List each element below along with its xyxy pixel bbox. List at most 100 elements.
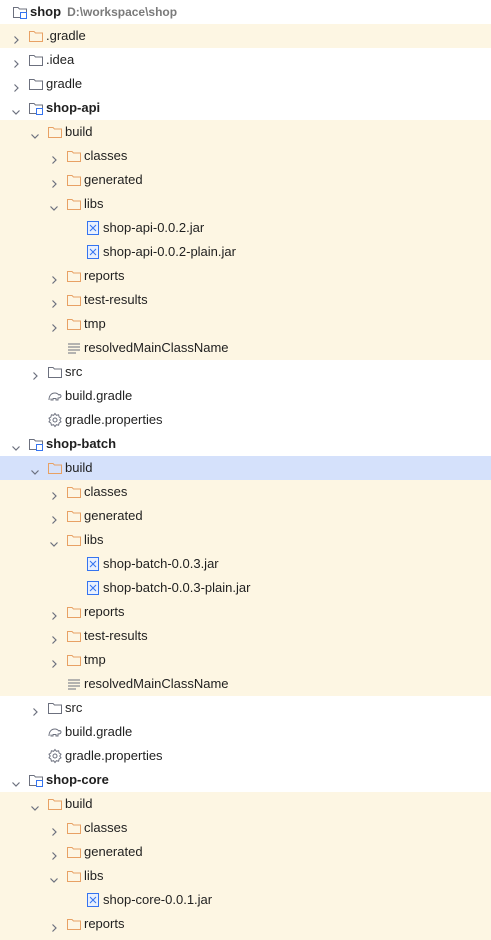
tree-row[interactable]: shop-api-0.0.2.jar (0, 216, 491, 240)
tree-item-label: shop-batch-0.0.3-plain.jar (103, 580, 251, 595)
tree-item-label: gradle.properties (65, 412, 163, 427)
tree-row[interactable]: src (0, 360, 491, 384)
tree-row[interactable]: .idea (0, 48, 491, 72)
tree-row[interactable]: shop-batch (0, 432, 491, 456)
tree-row[interactable]: gradle.properties (0, 408, 491, 432)
tree-row[interactable]: reports (0, 912, 491, 936)
tree-row[interactable]: build.gradle (0, 384, 491, 408)
tree-row[interactable]: resolvedMainClassName (0, 672, 491, 696)
tree-row[interactable]: shop-batch-0.0.3.jar (0, 552, 491, 576)
chevron-right-icon[interactable] (48, 318, 60, 332)
tree-row[interactable]: shop D:\workspace\shop (0, 0, 491, 24)
chevron-down-icon[interactable] (10, 102, 22, 115)
tree-row[interactable]: test-results (0, 624, 491, 648)
chevron-right-icon[interactable] (10, 78, 22, 92)
tree-item-label: libs (84, 196, 104, 211)
tree-row[interactable]: gradle.properties (0, 744, 491, 768)
excluded-folder-icon (47, 124, 63, 140)
chevron-right-icon[interactable] (48, 270, 60, 284)
chevron-right-icon[interactable] (48, 630, 60, 644)
tree-item-label: generated (84, 508, 143, 523)
tree-item-label: gradle.properties (65, 748, 163, 763)
tree-row[interactable]: build.gradle (0, 720, 491, 744)
folder-icon (28, 76, 44, 92)
excluded-folder-icon (66, 844, 82, 860)
chevron-right-icon[interactable] (48, 606, 60, 620)
chevron-down-icon[interactable] (48, 534, 60, 547)
tree-item-label: shop-api (46, 100, 101, 115)
tree-item-label: shop-api-0.0.2.jar (103, 220, 205, 235)
tree-row[interactable]: libs (0, 192, 491, 216)
tree-row[interactable]: classes (0, 816, 491, 840)
tree-row[interactable]: shop-core-0.0.1.jar (0, 888, 491, 912)
chevron-down-icon[interactable] (29, 462, 41, 475)
tree-row[interactable]: resolvedMainClassName (0, 336, 491, 360)
chevron-right-icon[interactable] (48, 918, 60, 932)
chevron-right-icon[interactable] (29, 702, 41, 716)
chevron-right-icon[interactable] (48, 822, 60, 836)
tree-item-label: test-results (84, 292, 148, 307)
tree-row[interactable]: generated (0, 504, 491, 528)
excluded-folder-icon (66, 196, 82, 212)
tree-row[interactable]: test-results (0, 288, 491, 312)
tree-row[interactable]: generated (0, 840, 491, 864)
tree-row[interactable]: libs (0, 864, 491, 888)
tree-row[interactable]: classes (0, 480, 491, 504)
chevron-right-icon[interactable] (48, 846, 60, 860)
tree-row[interactable] (0, 936, 491, 940)
chevron-right-icon[interactable] (48, 150, 60, 164)
tree-row[interactable]: tmp (0, 312, 491, 336)
tree-item-label: build.gradle (65, 724, 133, 739)
tree-item-label: shop-core-0.0.1.jar (103, 892, 213, 907)
chevron-down-icon[interactable] (48, 198, 60, 211)
tree-row[interactable]: libs (0, 528, 491, 552)
tree-item-label: libs (84, 532, 104, 547)
chevron-right-icon[interactable] (48, 174, 60, 188)
excluded-folder-icon (66, 868, 82, 884)
chevron-right-icon[interactable] (48, 294, 60, 308)
tree-item-label: reports (84, 604, 125, 619)
tree-row[interactable]: .gradle (0, 24, 491, 48)
tree-row[interactable]: reports (0, 600, 491, 624)
text-file-icon (66, 340, 82, 356)
chevron-right-icon[interactable] (48, 486, 60, 500)
tree-row[interactable]: gradle (0, 72, 491, 96)
chevron-down-icon[interactable] (48, 870, 60, 883)
excluded-folder-icon (66, 316, 82, 332)
chevron-down-icon[interactable] (10, 774, 22, 787)
tree-row[interactable]: shop-api (0, 96, 491, 120)
chevron-right-icon[interactable] (10, 54, 22, 68)
tree-row[interactable]: shop-batch-0.0.3-plain.jar (0, 576, 491, 600)
chevron-right-icon[interactable] (48, 654, 60, 668)
chevron-down-icon[interactable] (10, 438, 22, 451)
chevron-right-icon[interactable] (29, 366, 41, 380)
chevron-right-icon[interactable] (48, 510, 60, 524)
project-tree[interactable]: shop D:\workspace\shop .gradle .idea gradle s… (0, 0, 491, 940)
jar-file-icon (85, 580, 101, 596)
tree-row[interactable]: generated (0, 168, 491, 192)
tree-row[interactable]: build (0, 456, 491, 480)
project-path: D:\workspace\shop (67, 5, 178, 19)
tree-row[interactable]: reports (0, 264, 491, 288)
tree-item-label: generated (84, 844, 143, 859)
tree-item-label: classes (84, 148, 128, 163)
tree-row[interactable]: tmp (0, 648, 491, 672)
chevron-down-icon[interactable] (29, 126, 41, 139)
excluded-folder-icon (66, 652, 82, 668)
jar-file-icon (85, 556, 101, 572)
tree-row[interactable]: shop-core (0, 768, 491, 792)
chevron-down-icon[interactable] (29, 798, 41, 811)
tree-item-label: reports (84, 268, 125, 283)
folder-icon (47, 700, 63, 716)
tree-row[interactable]: build (0, 792, 491, 816)
tree-row[interactable]: classes (0, 144, 491, 168)
tree-item-label: shop-api-0.0.2-plain.jar (103, 244, 236, 259)
tree-item-label: shop-batch-0.0.3.jar (103, 556, 219, 571)
jar-file-icon (85, 892, 101, 908)
tree-row[interactable]: build (0, 120, 491, 144)
tree-item-label: resolvedMainClassName (84, 340, 229, 355)
chevron-right-icon[interactable] (10, 30, 22, 44)
tree-row[interactable]: shop-api-0.0.2-plain.jar (0, 240, 491, 264)
excluded-folder-icon (66, 508, 82, 524)
tree-row[interactable]: src (0, 696, 491, 720)
